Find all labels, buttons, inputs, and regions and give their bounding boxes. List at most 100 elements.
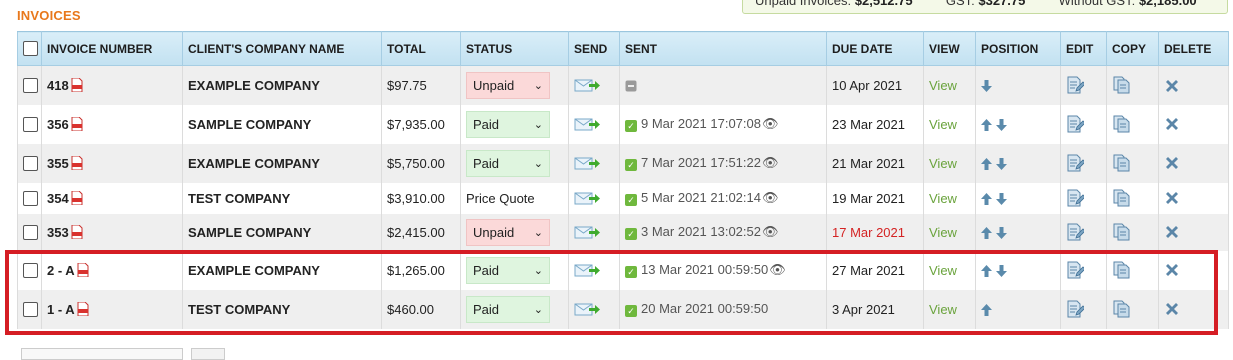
edit-icon[interactable]: [1066, 76, 1084, 94]
delete-icon[interactable]: [1164, 262, 1180, 277]
pdf-icon[interactable]: [75, 262, 89, 278]
sent-datetime: 3 Mar 2021 13:02:52: [641, 224, 761, 239]
status-select[interactable]: Paid ⌄: [466, 295, 550, 323]
delete-icon[interactable]: [1164, 77, 1180, 92]
invoice-number[interactable]: 2 - A: [47, 263, 75, 278]
pdf-icon[interactable]: [69, 116, 83, 132]
status-cell: Paid ⌄: [460, 250, 569, 290]
send-email-icon[interactable]: [574, 116, 600, 131]
status-select[interactable]: Unpaid ⌄: [466, 218, 550, 246]
eye-icon[interactable]: 👁: [769, 262, 786, 277]
edit-icon[interactable]: [1066, 261, 1084, 279]
send-email-icon[interactable]: [574, 77, 600, 92]
sent-datetime: 9 Mar 2021 17:07:08: [641, 116, 761, 131]
delete-icon[interactable]: [1164, 301, 1180, 316]
arrow-up-icon[interactable]: [981, 225, 992, 240]
arrow-down-icon[interactable]: [996, 225, 1007, 240]
row-checkbox[interactable]: [23, 263, 38, 279]
status-value: Unpaid: [473, 77, 515, 93]
row-checkbox[interactable]: [23, 78, 38, 94]
view-link[interactable]: View: [929, 302, 957, 317]
col-view: VIEW: [923, 31, 976, 66]
row-checkbox[interactable]: [23, 302, 38, 318]
view-link[interactable]: View: [929, 117, 957, 132]
edit-icon[interactable]: [1066, 223, 1084, 241]
view-link[interactable]: View: [929, 225, 957, 240]
view-cell: View: [923, 182, 976, 214]
copy-icon[interactable]: [1112, 154, 1130, 172]
status-select[interactable]: Paid ⌄: [466, 149, 550, 177]
row-checkbox[interactable]: [23, 117, 38, 133]
send-email-icon[interactable]: [574, 262, 600, 277]
arrow-down-icon[interactable]: [996, 263, 1007, 278]
bulk-action-button[interactable]: [191, 348, 225, 360]
bulk-action-select[interactable]: [21, 348, 183, 360]
row-checkbox[interactable]: [23, 191, 38, 207]
row-checkbox[interactable]: [23, 225, 38, 241]
invoice-row: 355 EXAMPLE COMPANY $5,750.00 Paid ⌄ ✓ 7 Mar 2…: [17, 143, 1229, 183]
invoice-number[interactable]: 354: [47, 191, 69, 206]
delete-icon[interactable]: [1164, 224, 1180, 239]
invoice-number[interactable]: 356: [47, 117, 69, 132]
copy-icon[interactable]: [1112, 76, 1130, 94]
eye-icon[interactable]: 👁: [762, 224, 779, 239]
edit-icon[interactable]: [1066, 189, 1084, 207]
arrow-down-icon[interactable]: [996, 191, 1007, 206]
eye-icon[interactable]: 👁: [762, 116, 779, 131]
view-link[interactable]: View: [929, 191, 957, 206]
copy-icon[interactable]: [1112, 300, 1130, 318]
eye-icon[interactable]: 👁: [762, 190, 779, 205]
arrow-up-icon[interactable]: [981, 117, 992, 132]
delete-icon[interactable]: [1164, 116, 1180, 131]
pdf-icon[interactable]: [69, 190, 83, 206]
col-status: STATUS: [460, 31, 569, 66]
arrow-up-icon[interactable]: [981, 156, 992, 171]
status-value: Paid: [473, 116, 500, 132]
invoice-number-cell: 2 - A: [41, 250, 183, 290]
invoice-number[interactable]: 418: [47, 78, 69, 93]
edit-icon[interactable]: [1066, 154, 1084, 172]
col-due-date: DUE DATE: [826, 31, 924, 66]
view-link[interactable]: View: [929, 156, 957, 171]
send-email-icon[interactable]: [574, 190, 600, 205]
arrow-down-icon[interactable]: [996, 117, 1007, 132]
copy-icon[interactable]: [1112, 223, 1130, 241]
pdf-icon[interactable]: [69, 77, 83, 93]
status-select[interactable]: Unpaid ⌄: [466, 71, 550, 99]
copy-icon[interactable]: [1112, 189, 1130, 207]
select-all-checkbox[interactable]: [23, 41, 38, 57]
view-link[interactable]: View: [929, 263, 957, 278]
invoice-number[interactable]: 1 - A: [47, 302, 75, 317]
status-select[interactable]: Paid ⌄: [466, 256, 550, 284]
invoice-number[interactable]: 353: [47, 225, 69, 240]
arrow-up-icon[interactable]: [981, 191, 992, 206]
delete-icon[interactable]: [1164, 190, 1180, 205]
due-date: 27 Mar 2021: [832, 262, 905, 278]
copy-icon[interactable]: [1112, 261, 1130, 279]
pdf-icon[interactable]: [75, 301, 89, 317]
copy-cell: [1106, 143, 1159, 183]
send-email-icon[interactable]: [574, 301, 600, 316]
send-email-icon[interactable]: [574, 155, 600, 170]
eye-icon[interactable]: 👁: [762, 155, 779, 170]
col-total: TOTAL: [381, 31, 461, 66]
select-all-cell[interactable]: [17, 31, 42, 66]
view-link[interactable]: View: [929, 78, 957, 93]
chevron-down-icon: ⌄: [533, 303, 543, 316]
status-select[interactable]: Paid ⌄: [466, 110, 550, 138]
arrow-up-icon[interactable]: [981, 263, 992, 278]
edit-icon[interactable]: [1066, 300, 1084, 318]
arrow-up-icon[interactable]: [981, 302, 992, 317]
edit-cell: [1060, 213, 1107, 251]
arrow-down-icon[interactable]: [981, 78, 992, 93]
edit-icon[interactable]: [1066, 115, 1084, 133]
copy-icon[interactable]: [1112, 115, 1130, 133]
delete-icon[interactable]: [1164, 155, 1180, 170]
invoice-number[interactable]: 355: [47, 156, 69, 171]
arrow-down-icon[interactable]: [996, 156, 1007, 171]
row-checkbox[interactable]: [23, 156, 38, 172]
pdf-icon[interactable]: [69, 155, 83, 171]
col-delete: DELETE: [1158, 31, 1229, 66]
pdf-icon[interactable]: [69, 224, 83, 240]
send-email-icon[interactable]: [574, 224, 600, 239]
